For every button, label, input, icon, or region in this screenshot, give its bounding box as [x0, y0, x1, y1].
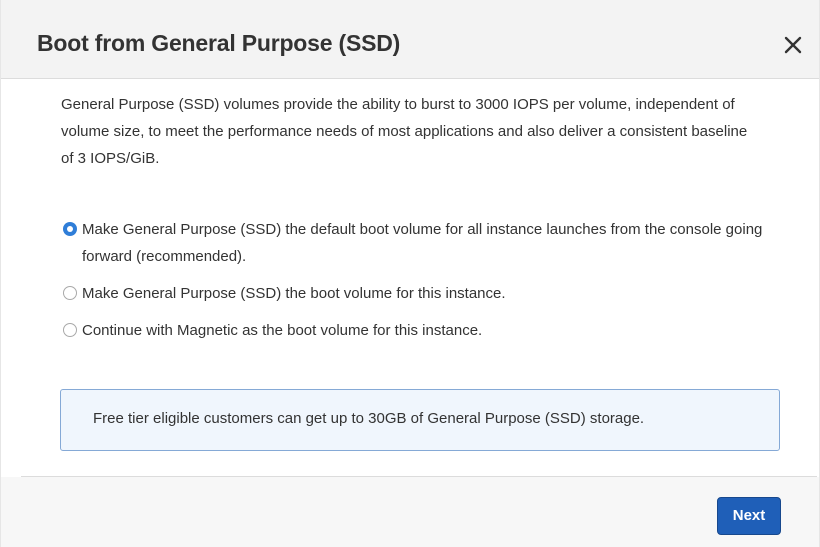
radio-default-ssd[interactable] — [63, 222, 77, 236]
free-tier-info-text: Free tier eligible customers can get up … — [93, 410, 645, 427]
option-magnetic[interactable]: Continue with Magnetic as the boot volum… — [63, 317, 783, 344]
option-ssd-this-instance-label: Make General Purpose (SSD) the boot volu… — [82, 285, 506, 302]
dialog-description: General Purpose (SSD) volumes provide th… — [61, 96, 748, 167]
option-ssd-this-instance[interactable]: Make General Purpose (SSD) the boot volu… — [63, 280, 783, 307]
close-icon — [784, 36, 802, 54]
dialog-header: Boot from General Purpose (SSD) — [1, 0, 819, 79]
option-magnetic-label: Continue with Magnetic as the boot volum… — [82, 322, 483, 339]
dialog-title: Boot from General Purpose (SSD) — [37, 30, 401, 56]
free-tier-info-box: Free tier eligible customers can get up … — [60, 389, 780, 451]
radio-ssd-this-instance[interactable] — [63, 286, 77, 300]
option-default-ssd[interactable]: Make General Purpose (SSD) the default b… — [63, 216, 783, 270]
dialog-footer: Next — [1, 477, 819, 547]
radio-magnetic[interactable] — [63, 323, 77, 337]
next-button[interactable]: Next — [717, 497, 781, 535]
option-default-ssd-label: Make General Purpose (SSD) the default b… — [82, 221, 763, 265]
boot-volume-options: Make General Purpose (SSD) the default b… — [63, 216, 783, 344]
boot-volume-dialog: Boot from General Purpose (SSD) General … — [0, 0, 820, 547]
close-button[interactable] — [779, 30, 807, 58]
